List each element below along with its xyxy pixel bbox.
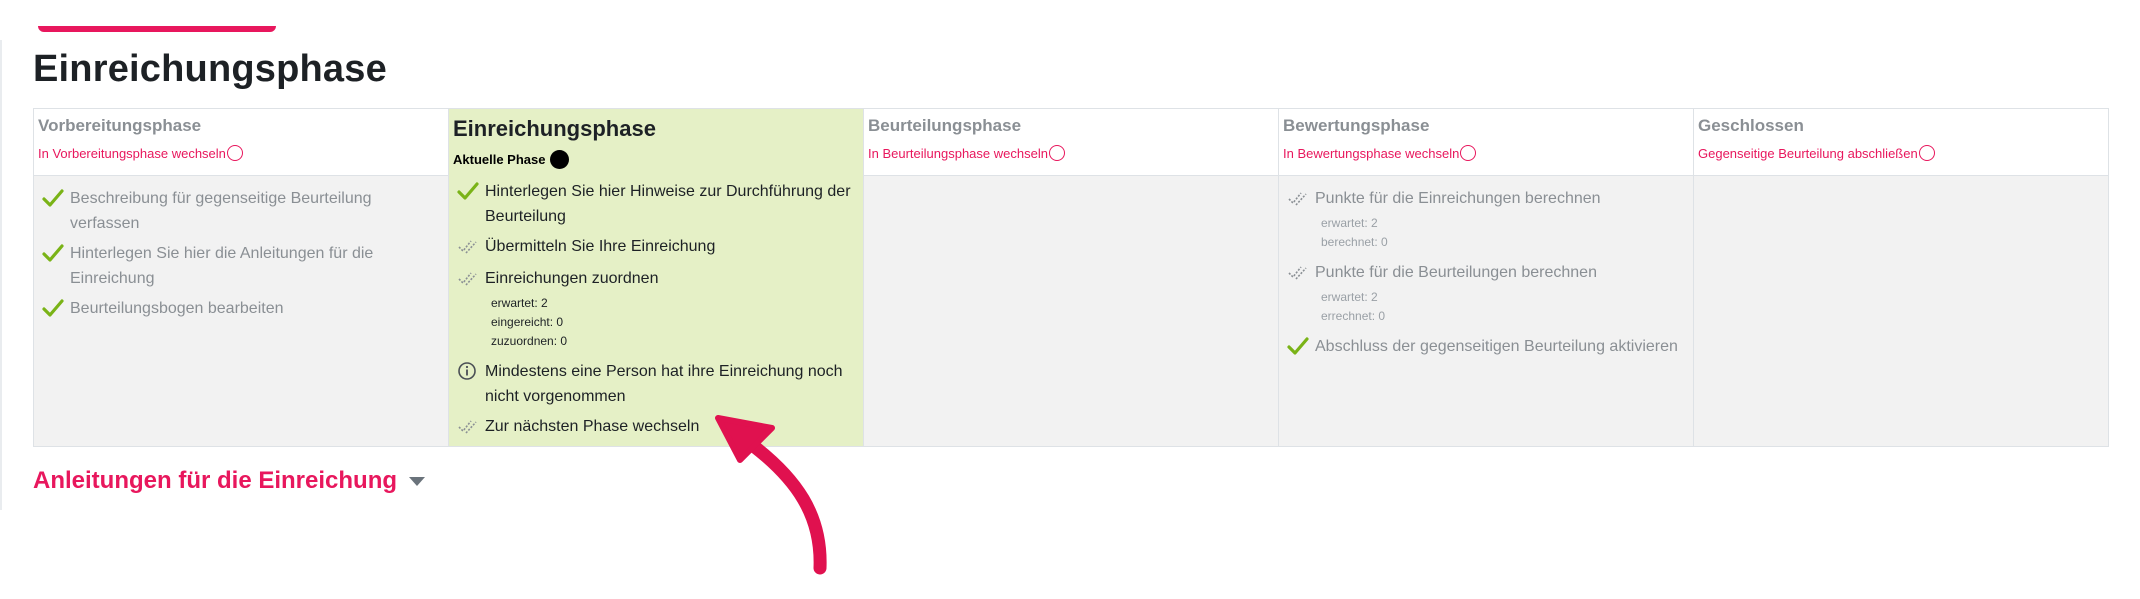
todo-checkmark-icon: [457, 266, 479, 293]
task-item: Beurteilungsbogen bearbeiten: [42, 296, 440, 323]
current-phase-indicator: Aktuelle Phase: [453, 150, 859, 169]
switch-phase-link[interactable]: Gegenseitige Beurteilung abschließen: [1698, 145, 2104, 161]
task-link[interactable]: Übermitteln Sie Ihre Einreichung: [485, 234, 715, 259]
phase-header: Vorbereitungsphase In Vorbereitungsphase…: [34, 109, 448, 176]
phase-column-beurteilung: Beurteilungsphase In Beurteilungsphase w…: [864, 109, 1279, 446]
checkmark-icon: [42, 186, 64, 213]
section-title: Anleitungen für die Einreichung: [33, 467, 398, 494]
task-label: Punkte für die Beurteilungen berechnen: [1315, 264, 1597, 281]
task-item: Übermitteln Sie Ihre Einreichung: [457, 234, 855, 261]
phase-name: Einreichungsphase: [453, 116, 656, 141]
phase-column-bewertung: Bewertungsphase In Bewertungsphase wechs…: [1279, 109, 1694, 446]
switch-phase-label: Gegenseitige Beurteilung abschließen: [1698, 145, 1918, 161]
switch-phase-link[interactable]: In Bewertungsphase wechseln: [1283, 145, 1689, 161]
task-detail: berechnet: 0: [1321, 235, 1388, 249]
checkmark-icon: [42, 241, 64, 268]
radio-circle-icon: [1918, 145, 1935, 161]
phase-tasks: [864, 176, 1278, 446]
todo-checkmark-icon: [1287, 260, 1309, 287]
phase-tasks: Punkte für die Einreichungen berechnen e…: [1279, 176, 1693, 446]
task-details: erwartet: 2 eingereicht: 0 zuzuordnen: 0: [491, 294, 855, 351]
phase-tasks: Beschreibung für gegenseitige Beurteilun…: [34, 176, 448, 446]
phase-tasks: Hinterlegen Sie hier Hinweise zur Durchf…: [449, 169, 863, 446]
left-divider: [0, 40, 2, 510]
phase-column-einreichung: Einreichungsphase Aktuelle Phase Hinterl…: [449, 109, 864, 446]
task-label: Beschreibung für gegenseitige Beurteilun…: [70, 190, 372, 232]
todo-checkmark-icon: [457, 414, 479, 441]
task-item: Punkte für die Einreichungen berechnen: [1287, 186, 1685, 213]
phase-name: Vorbereitungsphase: [38, 116, 202, 135]
switch-phase-link[interactable]: In Beurteilungsphase wechseln: [868, 145, 1274, 161]
task-label: Beurteilungsbogen bearbeiten: [70, 300, 284, 317]
task-detail: errechnet: 0: [1321, 309, 1386, 323]
radio-circle-icon: [1048, 145, 1065, 161]
task-detail: erwartet: 2: [1321, 216, 1378, 230]
phase-column-geschlossen: Geschlossen Gegenseitige Beurteilung abs…: [1694, 109, 2108, 446]
instructions-section-toggle[interactable]: Anleitungen für die Einreichung: [33, 467, 426, 495]
task-detail: eingereicht: 0: [491, 315, 564, 329]
switch-phase-label: In Vorbereitungsphase wechseln: [38, 145, 226, 161]
checkmark-icon: [1287, 334, 1309, 361]
phase-header: Bewertungsphase In Bewertungsphase wechs…: [1279, 109, 1693, 176]
phase-table: Vorbereitungsphase In Vorbereitungsphase…: [33, 108, 2109, 447]
page-title: Einreichungsphase: [33, 48, 387, 90]
switch-phase-label: In Beurteilungsphase wechseln: [868, 145, 1048, 161]
task-link[interactable]: Einreichungen zuordnen: [485, 266, 658, 291]
task-item: Abschluss der gegenseitigen Beurteilung …: [1287, 334, 1685, 361]
current-phase-label: Aktuelle Phase: [453, 152, 546, 167]
radio-circle-icon: [226, 145, 243, 161]
filled-circle-icon: [549, 150, 569, 169]
phase-header: Einreichungsphase Aktuelle Phase: [449, 109, 863, 169]
next-phase-link[interactable]: Zur nächsten Phase wechseln: [485, 414, 699, 439]
radio-circle-icon: [1460, 145, 1477, 161]
task-detail: erwartet: 2: [1321, 290, 1378, 304]
task-detail: erwartet: 2: [491, 296, 548, 310]
switch-phase-label: In Bewertungsphase wechseln: [1283, 145, 1460, 161]
task-item: Beschreibung für gegenseitige Beurteilun…: [42, 186, 440, 236]
task-details: erwartet: 2 berechnet: 0: [1321, 214, 1685, 252]
phase-header: Beurteilungsphase In Beurteilungsphase w…: [864, 109, 1278, 176]
checkmark-icon: [457, 179, 479, 206]
phase-tasks: [1694, 176, 2108, 446]
phase-header: Geschlossen Gegenseitige Beurteilung abs…: [1694, 109, 2108, 176]
todo-checkmark-icon: [457, 234, 479, 261]
phase-name: Beurteilungsphase: [868, 116, 1022, 135]
top-accent-bar: [38, 26, 276, 32]
task-details: erwartet: 2 errechnet: 0: [1321, 288, 1685, 326]
task-detail: zuzuordnen: 0: [491, 334, 568, 348]
todo-checkmark-icon: [1287, 186, 1309, 213]
workshop-page: Einreichungsphase Vorbereitungsphase In …: [0, 0, 2140, 599]
task-item: Hinterlegen Sie hier Hinweise zur Durchf…: [457, 179, 855, 229]
curved-arrow-annotation: [715, 415, 827, 575]
task-item: Einreichungen zuordnen: [457, 266, 855, 293]
task-label: Mindestens eine Person hat ihre Einreich…: [485, 363, 843, 405]
task-link[interactable]: Hinterlegen Sie hier Hinweise zur Durchf…: [485, 179, 855, 229]
task-item: Hinterlegen Sie hier die Anleitungen für…: [42, 241, 440, 291]
phase-name: Geschlossen: [1698, 116, 1804, 135]
phase-column-vorbereitung: Vorbereitungsphase In Vorbereitungsphase…: [34, 109, 449, 446]
task-item: Mindestens eine Person hat ihre Einreich…: [457, 359, 855, 409]
phase-name: Bewertungsphase: [1283, 116, 1430, 135]
switch-phase-link[interactable]: In Vorbereitungsphase wechseln: [38, 145, 444, 161]
checkmark-icon: [42, 296, 64, 323]
task-label: Hinterlegen Sie hier die Anleitungen für…: [70, 245, 374, 287]
caret-down-icon: [409, 476, 426, 486]
task-label: Punkte für die Einreichungen berechnen: [1315, 190, 1601, 207]
info-icon: [457, 359, 479, 386]
task-item: Punkte für die Beurteilungen berechnen: [1287, 260, 1685, 287]
task-label: Abschluss der gegenseitigen Beurteilung …: [1315, 338, 1678, 355]
